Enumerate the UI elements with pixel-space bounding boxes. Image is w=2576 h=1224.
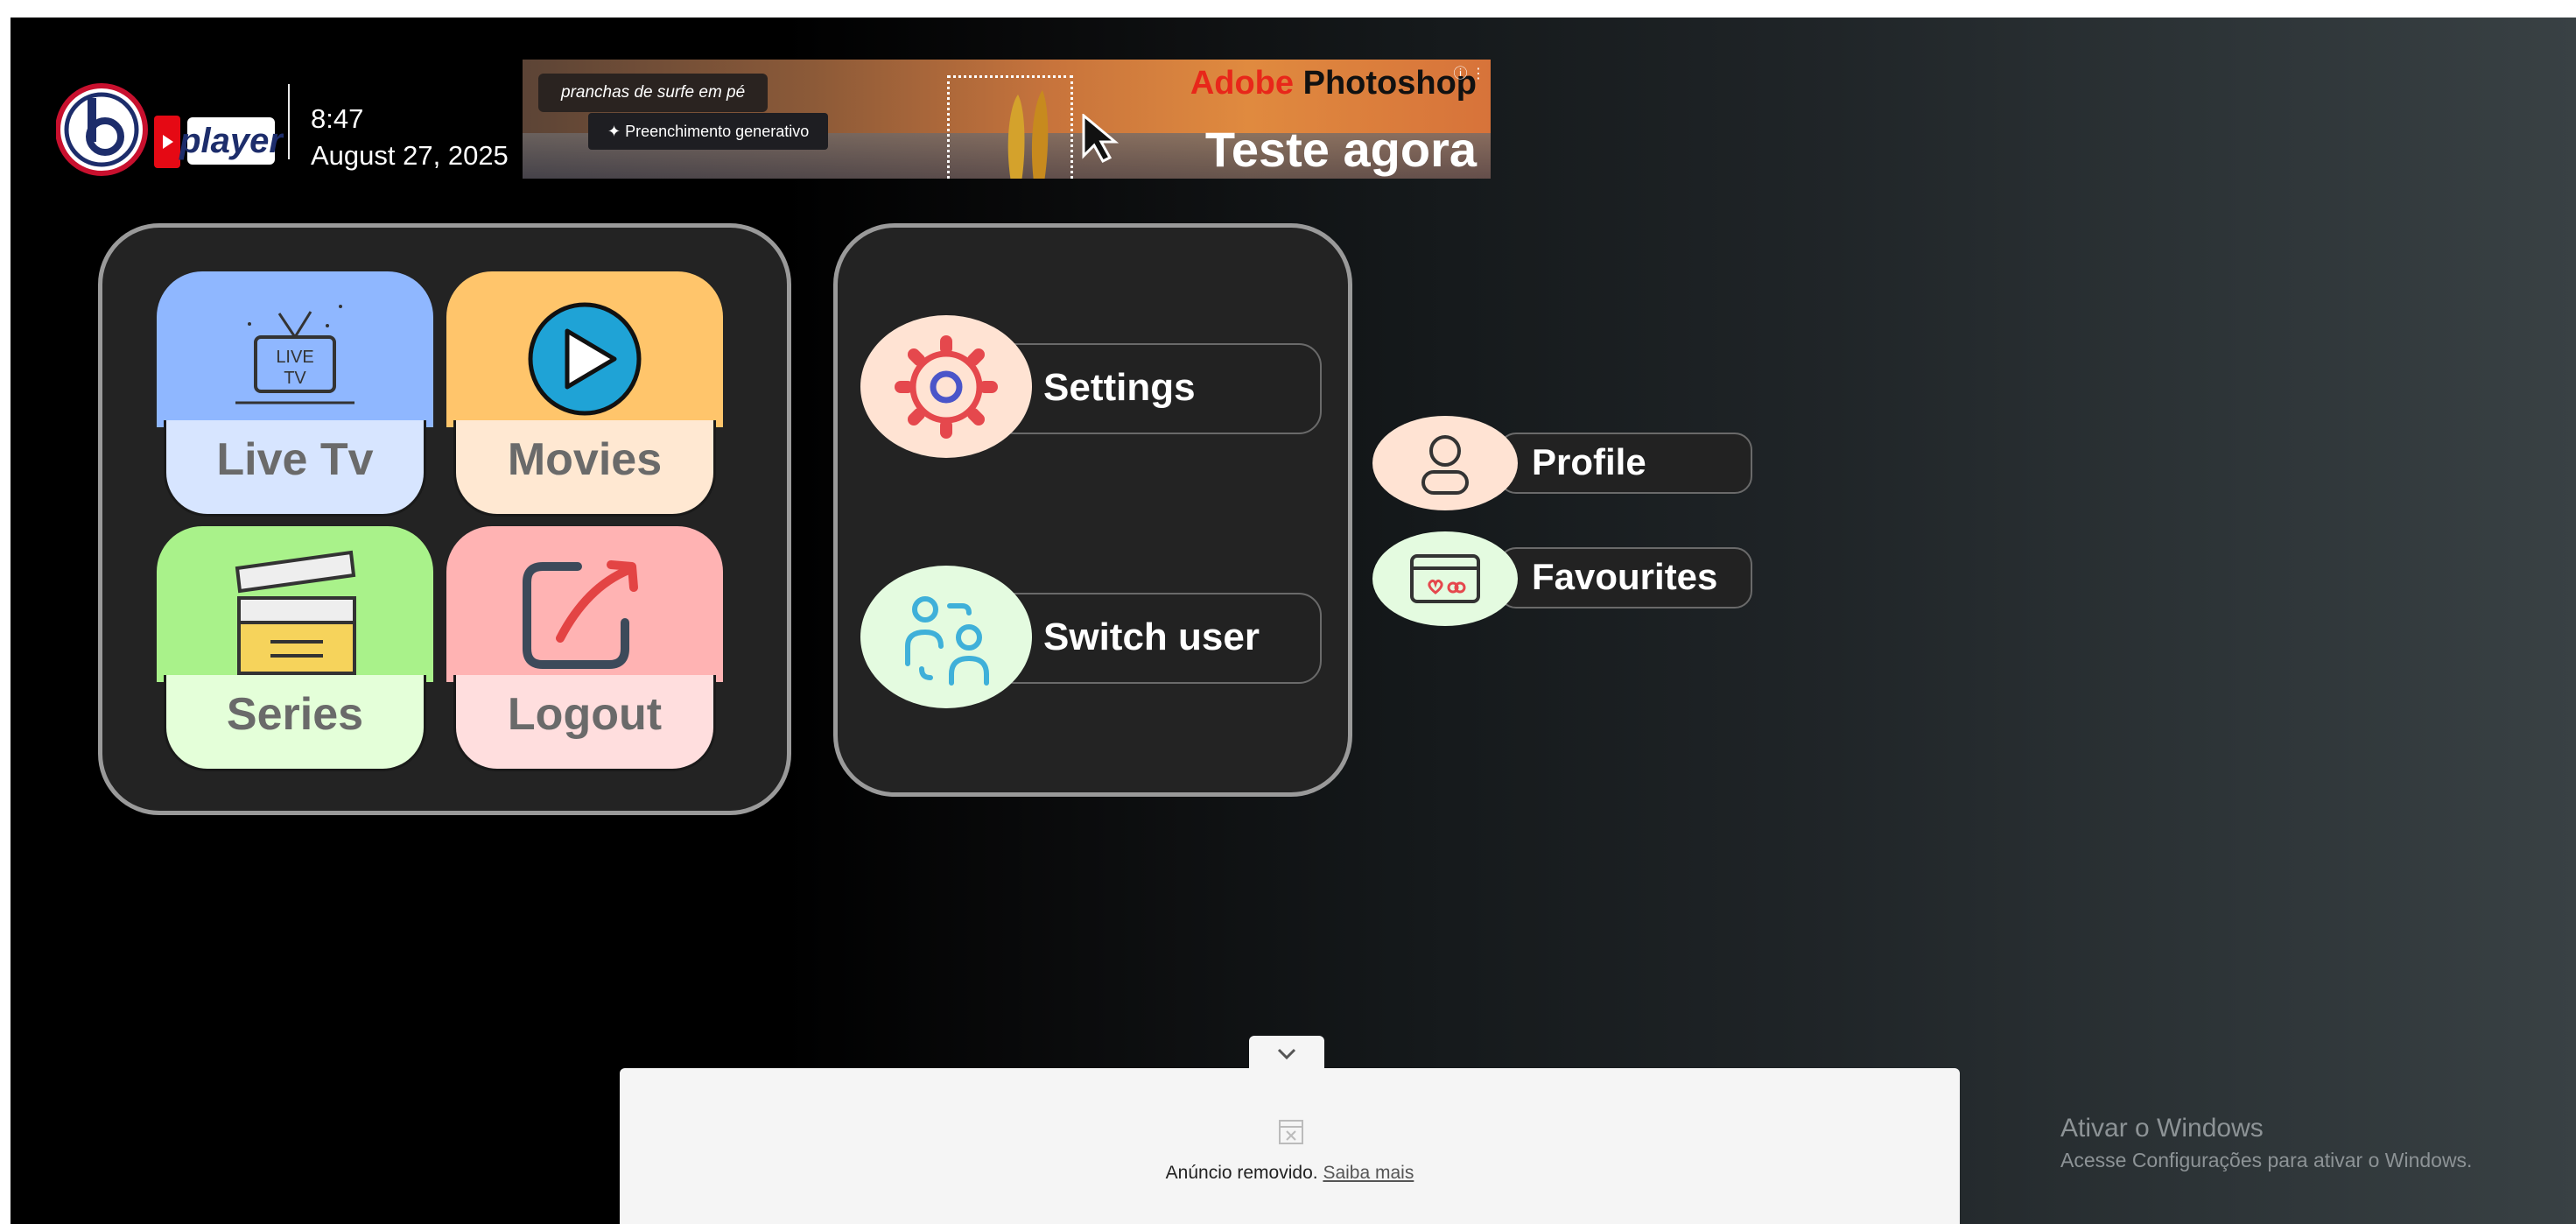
live-tv-label: Live Tv bbox=[216, 434, 374, 485]
live-tv-tile[interactable]: LIVE TV Live Tv bbox=[157, 271, 433, 517]
ad-feature-text: Preenchimento generativo bbox=[625, 123, 810, 140]
favourites-icon-circle bbox=[1372, 531, 1518, 626]
main-menu-panel: LIVE TV Live Tv Movies Series Logout bbox=[98, 223, 791, 815]
switch-user-icon-circle bbox=[860, 566, 1032, 708]
logout-icon bbox=[523, 560, 638, 669]
windows-activation-subtitle: Acesse Configurações para ativar o Windo… bbox=[2060, 1149, 2473, 1171]
settings-label: Settings bbox=[1043, 366, 1196, 409]
live-tv-icon-text-2: TV bbox=[284, 369, 306, 388]
logo-text: player bbox=[179, 122, 284, 160]
chevron-down-icon bbox=[1277, 1048, 1296, 1060]
ad-brand-prefix: Adobe bbox=[1190, 65, 1295, 102]
clapperboard-icon bbox=[235, 550, 356, 675]
app-logo: player bbox=[55, 72, 284, 190]
bottom-ad-removed: Anúncio removido. Saiba mais bbox=[620, 1068, 1960, 1224]
favourites-card-icon bbox=[1410, 554, 1480, 603]
series-tile[interactable]: Series bbox=[157, 526, 433, 771]
windows-activation-title: Ativar o Windows bbox=[2060, 1114, 2264, 1143]
ad-brand-name: Photoshop bbox=[1302, 65, 1477, 102]
movies-tile[interactable]: Movies bbox=[446, 271, 723, 517]
logout-tile[interactable]: Logout bbox=[446, 526, 723, 771]
switch-user-label: Switch user bbox=[1043, 616, 1260, 658]
live-tv-icon-text-1: LIVE bbox=[276, 348, 313, 367]
logout-label: Logout bbox=[507, 689, 663, 740]
header-divider bbox=[288, 84, 290, 159]
clock-time: 8:47 bbox=[311, 103, 364, 134]
switch-user-icon bbox=[905, 596, 989, 686]
ad-removed-text: Anúncio removido. bbox=[1165, 1163, 1318, 1183]
movies-label: Movies bbox=[507, 434, 663, 485]
play-icon bbox=[528, 302, 642, 416]
favourites-label: Favourites bbox=[1532, 556, 1718, 597]
ad-removed-message: Anúncio removido. Saiba mais bbox=[620, 1163, 1960, 1184]
ad-removed-icon bbox=[1279, 1120, 1303, 1144]
ad-collapse-toggle[interactable] bbox=[1249, 1036, 1324, 1071]
settings-icon-circle bbox=[860, 315, 1032, 458]
cursor-icon bbox=[1082, 114, 1120, 163]
person-icon bbox=[1421, 435, 1469, 495]
app-screen: player 8:47 August 27, 2025 pranchas de … bbox=[11, 18, 2576, 1224]
ad-learn-more-link[interactable]: Saiba mais bbox=[1323, 1163, 1414, 1183]
profile-label: Profile bbox=[1532, 441, 1646, 482]
profile-icon-circle bbox=[1372, 416, 1518, 510]
top-ad-banner[interactable]: pranchas de surfe em pé ✦ Preenchimento … bbox=[523, 60, 1491, 179]
ad-cta-button[interactable]: Teste agora bbox=[1205, 121, 1477, 178]
series-label: Series bbox=[226, 689, 364, 740]
account-panel: Settings Switch user bbox=[833, 223, 1352, 797]
ad-info-icon[interactable]: ⓘ ⋮ bbox=[1454, 61, 1485, 82]
ad-caption-chip: pranchas de surfe em pé bbox=[538, 74, 769, 112]
ad-feature-chip: ✦ Preenchimento generativo bbox=[588, 113, 829, 150]
clock-date: August 27, 2025 bbox=[311, 140, 509, 171]
live-tv-icon: LIVE TV bbox=[235, 305, 354, 404]
ad-brand: Adobe Photoshop bbox=[1190, 65, 1477, 102]
gear-icon bbox=[895, 335, 998, 439]
ad-selection-box bbox=[947, 75, 1073, 179]
